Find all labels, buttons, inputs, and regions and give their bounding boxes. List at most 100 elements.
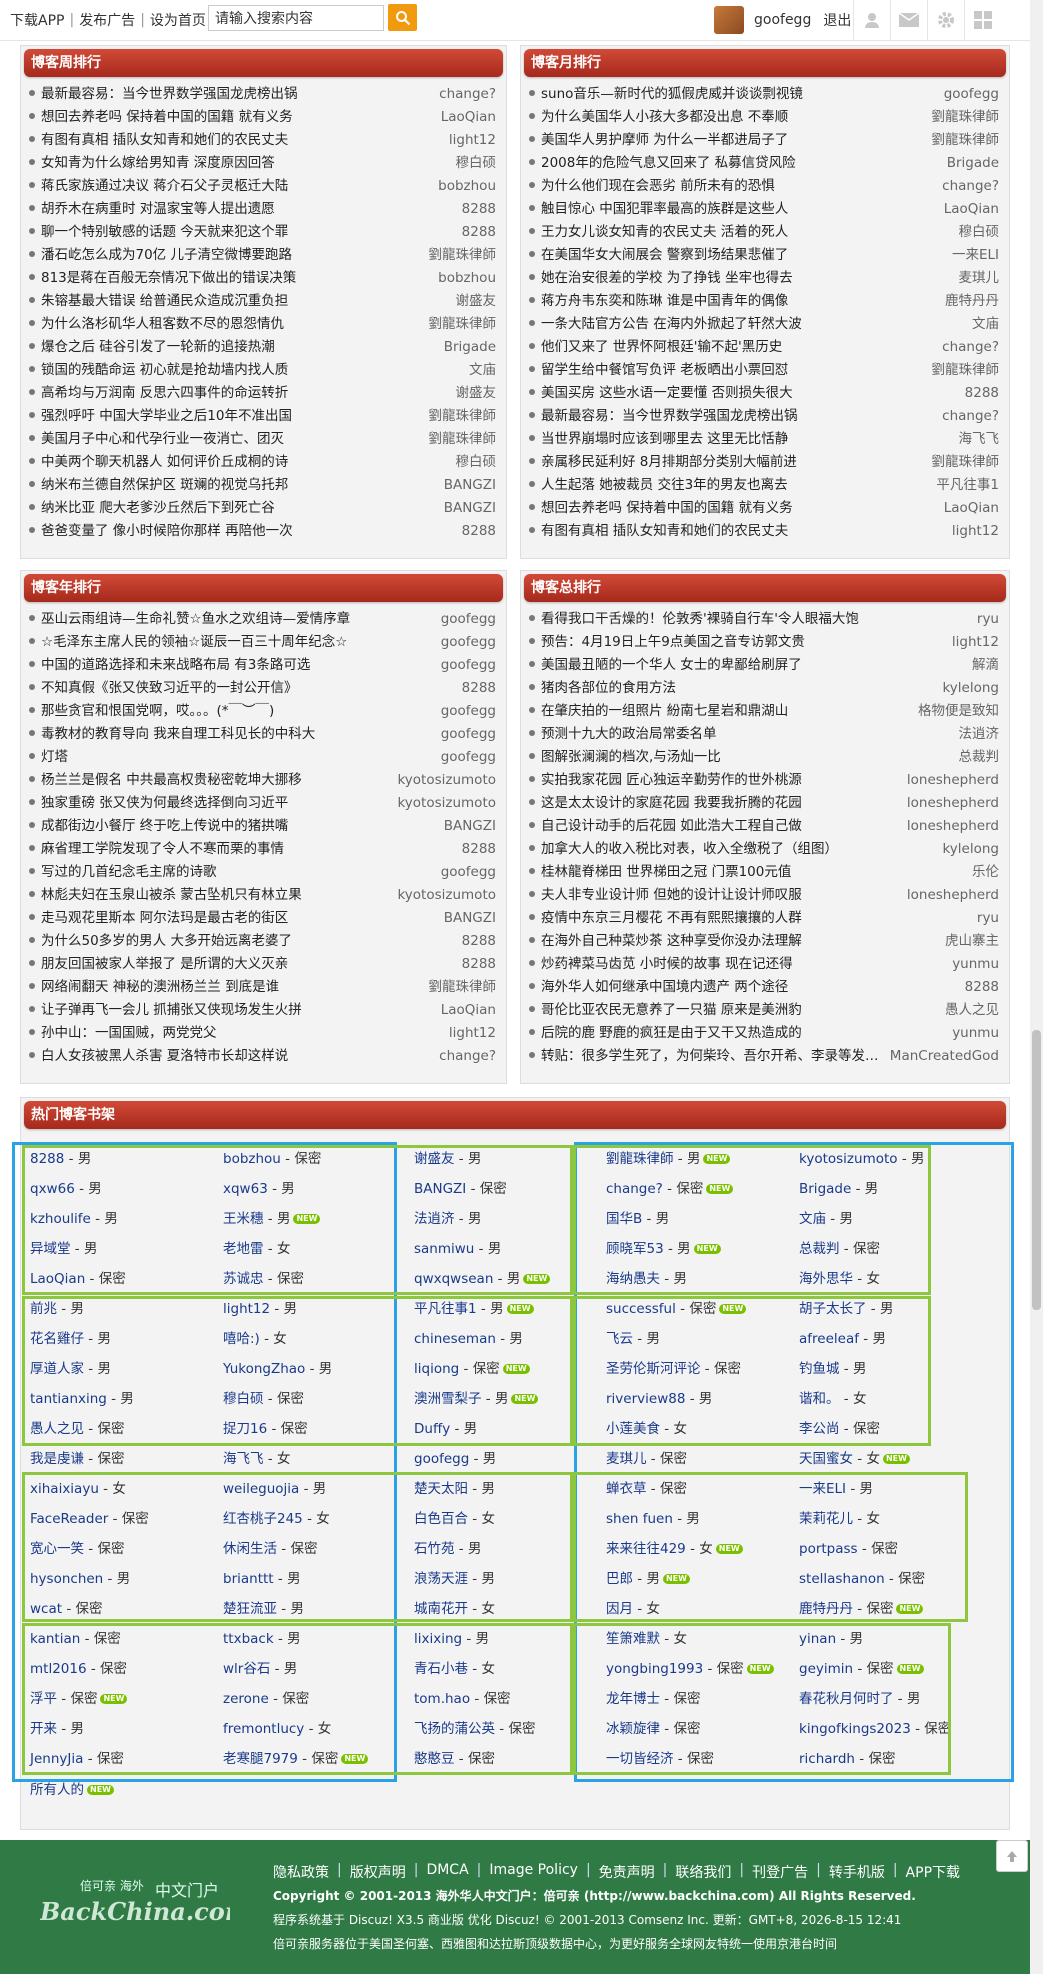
shelf-blogger[interactable]: richardh - 保密 (799, 1747, 895, 1771)
blogger-name[interactable]: 老寒腿7979 (223, 1751, 298, 1767)
rank-item[interactable]: 转贴：很多学生死了，为何柴玲、吾尔开希、李录等发达人却不 ManCreatedGo… (529, 1045, 999, 1068)
shelf-blogger[interactable]: 胡子太长了 - 男 (799, 1297, 893, 1321)
rank-item-title[interactable]: 桂林龍脊梯田 世界梯田之冠 门票100元值 (529, 861, 791, 884)
rank-item[interactable]: 爆仓之后 硅谷引发了一轮新的追接热潮 Brigade (29, 336, 496, 359)
shelf-blogger[interactable]: sanmiwu - 男 (414, 1237, 501, 1261)
footer-link[interactable]: APP下载 (906, 1862, 960, 1882)
blogger-name[interactable]: fremontlucy (223, 1721, 304, 1737)
rank-item-title[interactable]: 走马观花里斯本 阿尔法玛是最古老的街区 (29, 907, 288, 930)
blogger-name[interactable]: 龙年博士 (606, 1691, 660, 1707)
shelf-blogger[interactable]: BANGZI - 保密 (414, 1177, 507, 1201)
rank-item[interactable]: 美国华人男护摩师 为什么一半都进局子了 劉龍珠律師 (529, 129, 999, 152)
rank-item-author[interactable]: light12 (449, 1022, 496, 1045)
shelf-blogger[interactable]: geyimin - 保密 NEW (799, 1657, 924, 1681)
rank-item-title[interactable]: 在美国华女大闹展会 警察到场结果悲催了 (529, 244, 788, 267)
rank-item-title[interactable]: 触目惊心 中国犯罪率最高的族群是这些人 (529, 198, 788, 221)
footer-link[interactable]: 转手机版 (829, 1862, 885, 1882)
shelf-blogger[interactable]: 总裁判 - 保密 (799, 1237, 880, 1261)
blogger-name[interactable]: 海飞飞 (223, 1451, 264, 1467)
rank-item-title[interactable]: 最新最容易：当今世界数学强国龙虎榜出锅 (529, 405, 798, 428)
rank-item-title[interactable]: 女知青为什么嫁给男知青 深度原因回答 (29, 152, 275, 175)
rank-item-author[interactable]: BANGZI (444, 815, 496, 838)
rank-item-title[interactable]: 想回去养老吗 保持着中国的国籍 就有义务 (529, 497, 793, 520)
blogger-name[interactable]: 李公尚 (799, 1421, 840, 1437)
rank-item[interactable]: 不知真假《张又侠致习近平的一封公开信》 8288 (29, 677, 496, 700)
rank-item-title[interactable]: 朱镕基最大错误 给普通民众造成沉重负担 (29, 290, 288, 313)
rank-item[interactable]: 为什么美国华人小孩大多都没出息 不奉顺 劉龍珠律師 (529, 106, 999, 129)
username-link[interactable]: goofegg (754, 12, 811, 28)
shelf-blogger[interactable]: 城南花开 - 女 (414, 1597, 495, 1621)
shelf-blogger[interactable]: 红杏桃子245 - 女 (223, 1507, 330, 1531)
blogger-name[interactable]: sanmiwu (414, 1241, 474, 1257)
rank-item-title[interactable]: 为什么洛杉矶华人租客数不尽的恩怨情仇 (29, 313, 284, 336)
download-app-link[interactable]: 下载APP (10, 10, 64, 30)
rank-item-author[interactable]: 8288 (462, 677, 496, 700)
rank-item[interactable]: 触目惊心 中国犯罪率最高的族群是这些人 LaoQian (529, 198, 999, 221)
rank-item-author[interactable]: kyotosizumoto (397, 769, 496, 792)
rank-item-title[interactable]: 实拍我家花园 匠心独运辛勤劳作的世外桃源 (529, 769, 802, 792)
rank-item-title[interactable]: 灯塔 (29, 746, 68, 769)
rank-item-title[interactable]: 一条大陆官方公告 在海内外掀起了轩然大波 (529, 313, 802, 336)
rank-item[interactable]: 让子弹再飞一会儿 抓捕张又侠现场发生火拼 LaoQian (29, 999, 496, 1022)
rank-item[interactable]: 那些贪官和恨国党啊，哎。。。(*￣︶￣) goofegg (29, 700, 496, 723)
rank-item-author[interactable]: Brigade (947, 152, 999, 175)
shelf-blogger[interactable]: 老寒腿7979 - 保密 NEW (223, 1747, 369, 1771)
post-ad-link[interactable]: 发布广告 (79, 10, 135, 30)
rank-item-title[interactable]: 美国买房 这些水语一定要懂 否则损失很大 (529, 382, 793, 405)
rank-item-author[interactable]: goofegg (944, 83, 999, 106)
rank-item[interactable]: 当世界崩塌时应该到哪里去 这里无比恬静 海飞飞 (529, 428, 999, 451)
blogger-name[interactable]: qwxqwsean (414, 1271, 493, 1287)
rank-item[interactable]: 美国最丑陋的一个华人 女士的卑鄙给刷屏了 解滴 (529, 654, 999, 677)
blogger-name[interactable]: 厚道人家 (30, 1361, 84, 1377)
rank-item-title[interactable]: 纳米比亚 爬大老爹沙丘然后下到死亡谷 (29, 497, 275, 520)
rank-item-author[interactable]: 劉龍珠律師 (932, 359, 1000, 382)
rank-item-author[interactable]: 麦琪儿 (959, 267, 1000, 290)
rank-item[interactable]: 夫人非专业设计师 但她的设计让设计师叹服 loneshepherd (529, 884, 999, 907)
rank-item-title[interactable]: 最新最容易：当今世界数学强国龙虎榜出锅 (29, 83, 298, 106)
blogger-name[interactable]: 苏诚忠 (223, 1271, 264, 1287)
blogger-name[interactable]: BANGZI (414, 1181, 466, 1197)
rank-item-author[interactable]: bobzhou (438, 267, 496, 290)
rank-item-author[interactable]: 劉龍珠律師 (429, 405, 497, 428)
rank-item-title[interactable]: 聊一个特别敏感的话题 今天就来犯这个罪 (29, 221, 288, 244)
shelf-blogger[interactable]: 异域堂 - 男 (30, 1237, 97, 1261)
rank-item[interactable]: 美国买房 这些水语一定要懂 否则损失很大 8288 (529, 382, 999, 405)
rank-item-author[interactable]: LaoQian (441, 999, 496, 1022)
set-homepage-link[interactable]: 设为首页 (150, 10, 206, 30)
blogger-name[interactable]: lixixing (414, 1631, 462, 1647)
shelf-blogger[interactable]: 小莲美食 - 女 (606, 1417, 687, 1441)
rank-item-title[interactable]: 麻省理工学院发现了令人不寒而栗的事情 (29, 838, 284, 861)
rank-item-author[interactable]: 8288 (965, 382, 999, 405)
blogger-name[interactable]: 楚狂流亚 (223, 1601, 277, 1617)
rank-item[interactable]: 毒教材的教育导向 我来自理工科见长的中科大 goofegg (29, 723, 496, 746)
rank-item[interactable]: 猪肉各部位的食用方法 kylelong (529, 677, 999, 700)
shelf-blogger[interactable]: 钓鱼城 - 男 (799, 1357, 866, 1381)
rank-item[interactable]: 最新最容易：当今世界数学强国龙虎榜出锅 change? (29, 83, 496, 106)
blogger-name[interactable]: 城南花开 (414, 1601, 468, 1617)
shelf-blogger[interactable]: 冰颖旋律 - 保密 (606, 1717, 700, 1741)
gear-icon[interactable] (927, 0, 964, 40)
rank-item[interactable]: 女知青为什么嫁给男知青 深度原因回答 穆白硕 (29, 152, 496, 175)
rank-item-author[interactable]: loneshepherd (907, 815, 999, 838)
blogger-name[interactable]: 平凡往事1 (414, 1301, 477, 1317)
rank-item[interactable]: 她在治安很差的学校 为了挣钱 坐牢也得去 麦琪儿 (529, 267, 999, 290)
rank-item-title[interactable]: 爆仓之后 硅谷引发了一轮新的追接热潮 (29, 336, 275, 359)
rank-item[interactable]: 看得我口干舌燥的！伦敦秀'裸骑自行车'令人眼福大饱 ryu (529, 608, 999, 631)
shelf-blogger[interactable]: 文庙 - 男 (799, 1207, 853, 1231)
rank-item-author[interactable]: change? (439, 1045, 496, 1068)
rank-item-title[interactable]: 留学生给中餐馆写负评 老板晒出小票回怼 (529, 359, 788, 382)
shelf-blogger[interactable]: 茉莉花儿 - 女 (799, 1507, 880, 1531)
shelf-blogger[interactable]: weileguojia - 男 (223, 1477, 326, 1501)
rank-item[interactable]: 一条大陆官方公告 在海内外掀起了轩然大波 文庙 (529, 313, 999, 336)
blogger-name[interactable]: 麦琪儿 (606, 1451, 647, 1467)
rank-item-author[interactable]: 8288 (965, 976, 999, 999)
rank-item[interactable]: 强烈呼吁 中国大学毕业之后10年不准出国 劉龍珠律師 (29, 405, 496, 428)
blogger-name[interactable]: mtl2016 (30, 1661, 87, 1677)
shelf-blogger[interactable]: 龙年博士 - 保密 (606, 1687, 700, 1711)
shelf-blogger[interactable]: 鹿特丹丹 - 保密 NEW (799, 1597, 924, 1621)
rank-item-title[interactable]: 2008年的危险气息又回来了 私募信贷风险 (529, 152, 796, 175)
rank-item[interactable]: 亲属移民延利好 8月排期部分类别大幅前进 劉龍珠律師 (529, 451, 999, 474)
shelf-blogger[interactable]: 飞云 - 男 (606, 1327, 660, 1351)
rank-item-title[interactable]: 当世界崩塌时应该到哪里去 这里无比恬静 (529, 428, 788, 451)
rank-item-author[interactable]: 愚人之见 (945, 999, 999, 1022)
